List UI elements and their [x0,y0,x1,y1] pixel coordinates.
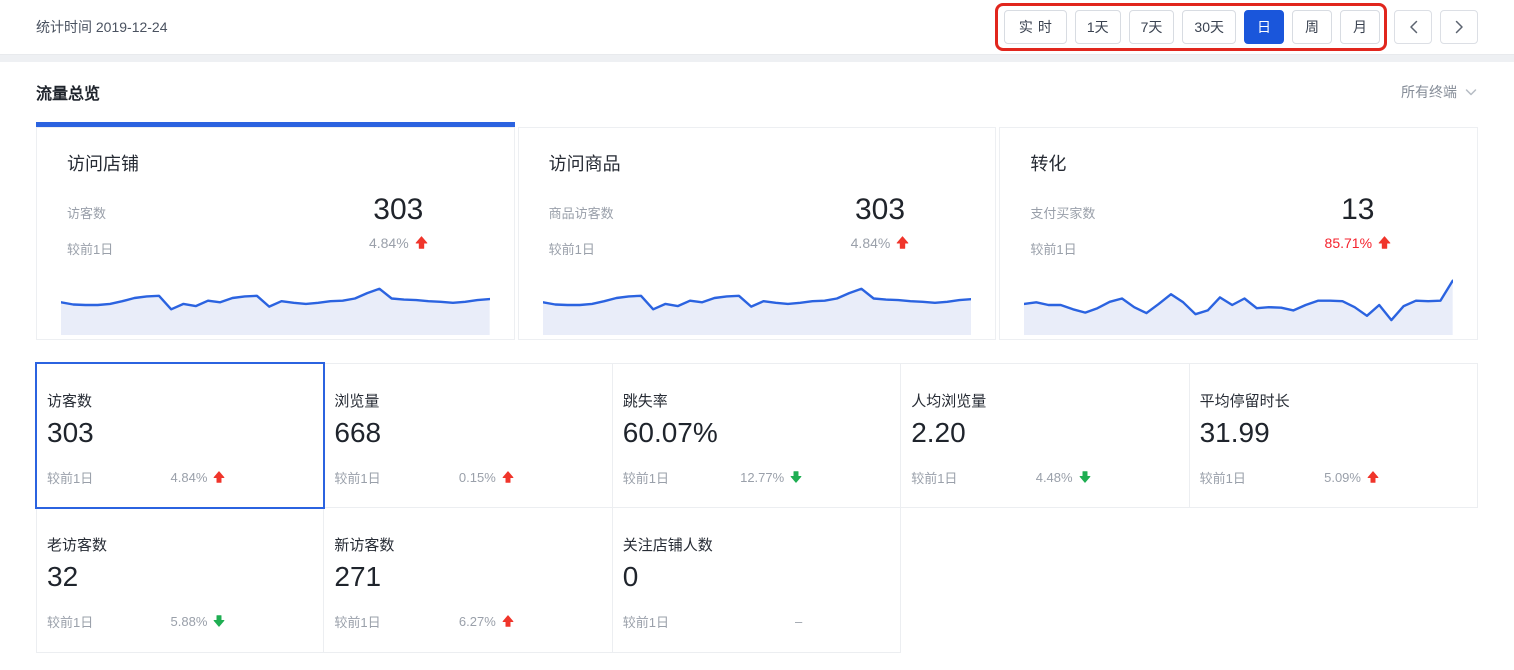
time-button-30day[interactable]: 30天 [1182,10,1236,44]
time-button-7day[interactable]: 7天 [1129,10,1175,44]
metric-label: 商品访客数 [549,203,614,222]
summary-card-conversion[interactable]: 转化 支付买家数 较前1日 13 85.71% [999,122,1478,340]
stat-time-label: 统计时间 2019-12-24 [36,17,168,37]
metric-value: 303 [369,194,428,226]
metric-card-new-visitors[interactable]: 新访客数 271 较前1日 6.27% [324,508,612,653]
arrow-down-icon [1079,471,1091,483]
metric-value: 31.99 [1200,418,1467,449]
metric-title: 访客数 [47,390,313,411]
arrow-up-icon [213,471,225,483]
top-bar: 统计时间 2019-12-24 实时 1天 7天 30天 日 周 月 [0,0,1514,55]
summary-card-title: 访问商品 [549,150,966,176]
summary-card-visit-product[interactable]: 访问商品 商品访客数 较前1日 303 4.84% [518,122,997,340]
summary-card-title: 转化 [1030,150,1447,176]
metric-title: 人均浏览量 [911,390,1178,411]
time-range-controls: 实时 1天 7天 30天 日 周 月 [1004,10,1478,44]
change-percent: 4.84% [851,235,891,251]
arrow-up-icon [415,236,428,249]
arrow-up-icon [502,471,514,483]
arrow-up-icon [1378,236,1391,249]
time-button-1day[interactable]: 1天 [1075,10,1121,44]
metric-value: 60.07% [623,418,890,449]
metric-card-bounce-rate[interactable]: 跳失率 60.07% 较前1日 12.77% [613,363,901,508]
metric-card-shop-followers[interactable]: 关注店铺人数 0 较前1日 – [613,508,901,653]
metric-value: 303 [851,194,910,226]
compare-label: 较前1日 [47,468,93,487]
compare-label: 较前1日 [623,468,669,487]
next-period-button[interactable] [1440,10,1478,44]
compare-label: 较前1日 [549,239,614,258]
metric-title: 新访客数 [334,534,601,555]
metric-value: 303 [47,418,313,449]
chevron-right-icon [1454,20,1465,34]
compare-label: 较前1日 [1030,239,1095,258]
time-range-button-group: 实时 1天 7天 30天 日 周 月 [1004,10,1380,44]
compare-label: 较前1日 [334,468,380,487]
metric-value: 0 [623,562,890,593]
change-percent: 5.88% [171,614,208,629]
arrow-down-icon [213,615,225,627]
page-title: 流量总览 [36,80,100,104]
time-button-day[interactable]: 日 [1244,10,1284,44]
panel-header: 流量总览 所有终端 [0,62,1514,122]
metric-title: 平均停留时长 [1200,390,1467,411]
traffic-overview-panel: 流量总览 所有终端 访问店铺 访客数 较前1日 303 [0,62,1514,670]
change-percent: 4.48% [1036,470,1073,485]
metric-title: 老访客数 [47,534,313,555]
metric-cards-grid: 访客数 303 较前1日 4.84% 浏览量 668 较前1日 0.15% [0,363,1514,653]
arrow-up-icon [502,615,514,627]
summary-cards-row: 访问店铺 访客数 较前1日 303 4.84% [0,122,1514,340]
metric-value: 32 [47,562,313,593]
terminal-filter-dropdown[interactable]: 所有终端 [1401,82,1478,102]
metric-value: 13 [1325,194,1391,226]
summary-card-visit-shop[interactable]: 访问店铺 访客数 较前1日 303 4.84% [36,122,515,340]
compare-label: 较前1日 [47,612,93,631]
compare-label: 较前1日 [67,239,113,258]
change-percent: 5.09% [1324,470,1361,485]
sparkline-chart-visit-product [543,271,972,335]
chevron-down-icon [1464,85,1478,99]
arrow-down-icon [790,471,802,483]
chevron-left-icon [1408,20,1419,34]
metric-card-views-per-visitor[interactable]: 人均浏览量 2.20 较前1日 4.48% [901,363,1189,508]
sparkline-chart-conversion [1024,271,1453,335]
arrow-up-icon [896,236,909,249]
time-button-month[interactable]: 月 [1340,10,1380,44]
change-percent: 12.77% [740,470,784,485]
metric-title: 浏览量 [334,390,601,411]
change-percent: 4.84% [171,470,208,485]
change-percent: 6.27% [459,614,496,629]
metric-title: 关注店铺人数 [623,534,890,555]
prev-period-button[interactable] [1394,10,1432,44]
metric-value: 271 [334,562,601,593]
time-button-realtime[interactable]: 实时 [1004,10,1067,44]
change-percent: 85.71% [1325,235,1372,251]
metric-card-returning-visitors[interactable]: 老访客数 32 较前1日 5.88% [36,508,324,653]
time-button-week[interactable]: 周 [1292,10,1332,44]
compare-label: 较前1日 [334,612,380,631]
terminal-filter-label: 所有终端 [1401,82,1457,102]
compare-label: 较前1日 [911,468,957,487]
metric-title: 跳失率 [623,390,890,411]
metric-value: 2.20 [911,418,1178,449]
arrow-up-icon [1367,471,1379,483]
metric-label: 访客数 [67,203,113,222]
summary-card-title: 访问店铺 [67,150,484,176]
metric-card-avg-stay-time[interactable]: 平均停留时长 31.99 较前1日 5.09% [1190,363,1478,508]
empty-grid-cell [901,508,1189,653]
metric-value: 668 [334,418,601,449]
change-none-dash: – [795,614,802,629]
sparkline-chart-visit-shop [61,271,490,335]
change-percent: 4.84% [369,235,409,251]
change-percent: 0.15% [459,470,496,485]
metric-card-visitors[interactable]: 访客数 303 较前1日 4.84% [36,363,324,508]
compare-label: 较前1日 [1200,468,1246,487]
compare-label: 较前1日 [623,612,669,631]
metric-card-pageviews[interactable]: 浏览量 668 较前1日 0.15% [324,363,612,508]
metric-label: 支付买家数 [1030,203,1095,222]
empty-grid-cell [1190,508,1478,653]
